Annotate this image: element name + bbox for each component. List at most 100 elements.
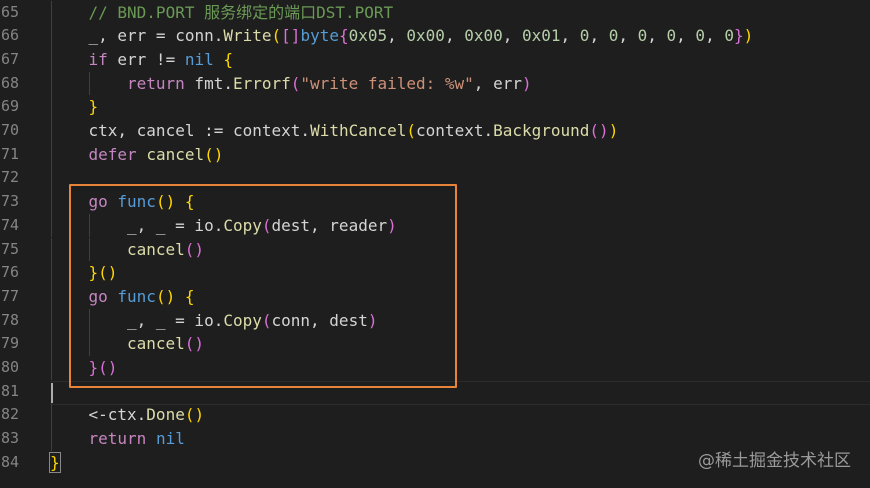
code-token: () — [184, 405, 205, 425]
indent-guide — [51, 237, 52, 262]
code-line[interactable]: 73 go func() { — [0, 190, 870, 214]
code-line[interactable]: 65 // BND.PORT 服务绑定的端口DST.PORT — [0, 0, 870, 25]
line-number: 70 — [0, 121, 19, 139]
code-token: ( — [290, 73, 301, 93]
code-token: context. — [416, 121, 494, 140]
code-token: 0 — [637, 26, 648, 46]
code-token: , — [705, 26, 725, 46]
code-line[interactable]: 66 _, err = conn.Write([]byte{0x05, 0x00,… — [0, 24, 870, 48]
code-text: _, _ = io.Copy(dest, reader) — [127, 214, 397, 238]
code-token: err != — [107, 49, 185, 69]
code-token: , — [444, 26, 465, 46]
code-token: _, _ = io. — [127, 215, 224, 235]
code-token: () — [184, 334, 205, 354]
code-line[interactable]: 74 _, _ = io.Copy(dest, reader) — [0, 213, 870, 238]
code-token: go — [88, 192, 108, 212]
code-line[interactable]: 82 <-ctx.Done() — [0, 403, 870, 428]
code-token: } — [49, 451, 61, 473]
code-token: } — [88, 263, 99, 283]
indent-guide — [89, 213, 90, 238]
code-token: // BND.PORT 服务绑定的端口DST.PORT — [88, 2, 394, 22]
code-token: [] — [281, 26, 301, 46]
code-line[interactable]: 69} — [0, 95, 870, 119]
code-token: ( — [406, 121, 417, 140]
code-token: , — [560, 26, 580, 46]
code-line[interactable]: 80}() — [0, 356, 870, 380]
indent-guide — [89, 71, 90, 96]
code-text: defer cancel() — [89, 143, 224, 167]
code-line[interactable]: 71 defer cancel() — [0, 142, 870, 167]
code-token: Done — [146, 405, 185, 425]
code-token: return — [127, 73, 185, 93]
code-text: // BND.PORT 服务绑定的端口DST.PORT — [89, 1, 394, 25]
code-line[interactable]: 77 go func() { — [0, 284, 870, 309]
indent-guide — [51, 403, 52, 428]
code-token: Background — [493, 121, 590, 140]
line-number: 73 — [0, 192, 19, 211]
code-token: } — [88, 97, 99, 117]
line-number: 82 — [0, 405, 19, 424]
code-token: 0 — [695, 26, 706, 46]
code-token: () — [184, 239, 205, 259]
code-text: _, err = conn.Write([]byte{0x05, 0x00, 0… — [89, 24, 754, 48]
indent-guide — [51, 142, 52, 167]
line-number: 80 — [0, 358, 19, 376]
code-token: fmt. — [184, 73, 233, 93]
code-token: , — [618, 26, 638, 46]
code-token: ctx, cancel := context. — [88, 121, 311, 140]
code-token: } — [733, 26, 744, 46]
code-text: if err != nil { — [89, 48, 234, 72]
code-text: cancel() — [127, 238, 204, 262]
line-number: 81 — [0, 381, 19, 400]
code-line[interactable]: 68 return fmt.Errorf("write failed: %w", … — [0, 71, 870, 96]
code-token: { — [223, 49, 234, 69]
line-number: 79 — [0, 334, 19, 353]
line-number: 71 — [0, 144, 19, 163]
code-token: () — [155, 286, 176, 306]
indent-guide — [51, 427, 52, 451]
code-token: Write — [223, 26, 272, 46]
indent-guide — [51, 190, 52, 214]
indent-guide — [51, 356, 52, 380]
code-token: nil — [155, 429, 185, 449]
code-editor[interactable]: 65 // BND.PORT 服务绑定的端口DST.PORT 66 _, err = … — [0, 0, 870, 488]
line-number: 74 — [0, 215, 19, 234]
code-text: return fmt.Errorf("write failed: %w", er… — [127, 72, 532, 96]
code-line[interactable]: 70 ctx, cancel := context.WithCancel(cont… — [0, 119, 870, 143]
current-line-highlight — [50, 381, 870, 405]
code-line[interactable]: 76}() — [0, 261, 870, 285]
indent-guide — [51, 47, 52, 72]
line-number: 83 — [0, 429, 19, 448]
watermark: @稀土掘金技术社区 — [698, 451, 851, 471]
code-text: } — [89, 95, 99, 119]
code-token: dest, reader — [271, 215, 388, 235]
code-line[interactable]: 75 cancel() — [0, 237, 870, 262]
code-token: , — [589, 26, 609, 46]
code-token: , — [502, 26, 522, 46]
code-line[interactable]: 67 if err != nil { — [0, 47, 870, 72]
code-token: 0 — [579, 26, 590, 46]
code-token: , — [387, 26, 407, 46]
code-text: return nil — [89, 427, 185, 451]
code-token: () — [589, 121, 609, 140]
code-line[interactable]: 79 cancel() — [0, 332, 870, 356]
indent-guide — [51, 24, 52, 48]
code-token: return — [88, 429, 147, 449]
code-token: func — [117, 192, 156, 212]
code-token: ( — [271, 26, 282, 46]
indent-guide — [51, 71, 52, 96]
line-number: 76 — [0, 263, 19, 282]
code-token: _, err = conn. — [88, 26, 224, 46]
line-number: 75 — [0, 239, 19, 258]
code-line[interactable]: 72 — [0, 166, 870, 191]
indent-guide — [51, 261, 52, 285]
indent-guide — [51, 166, 52, 191]
code-token: () — [204, 144, 224, 164]
code-line[interactable]: 78 _, _ = io.Copy(conn, dest) — [0, 308, 870, 333]
code-token: { — [184, 286, 195, 306]
